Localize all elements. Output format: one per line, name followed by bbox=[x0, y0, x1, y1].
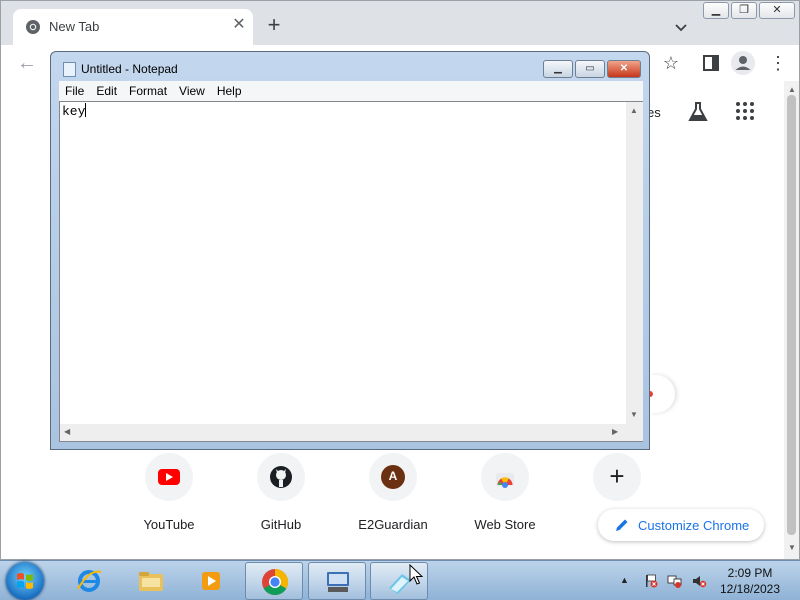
file-explorer-icon bbox=[139, 572, 163, 591]
chrome-labs-flask-icon[interactable] bbox=[687, 101, 709, 123]
resize-grip-icon[interactable] bbox=[626, 424, 643, 441]
scrollbar-thumb[interactable] bbox=[787, 95, 796, 535]
tab-title: New Tab bbox=[49, 19, 100, 34]
notepad-vertical-scrollbar[interactable]: ▲ ▼ bbox=[626, 102, 643, 424]
network-icon[interactable] bbox=[667, 573, 683, 589]
shortcut-web-store[interactable]: Web Store bbox=[449, 453, 561, 543]
chrome-window-controls: ▁ ❐ ✕ bbox=[703, 2, 795, 20]
chrome-close-button[interactable]: ✕ bbox=[759, 2, 795, 19]
start-button[interactable] bbox=[6, 562, 44, 600]
notepad-horizontal-scrollbar[interactable]: ◀ ▶ bbox=[60, 424, 626, 441]
plus-icon: + bbox=[609, 461, 625, 491]
taskbar-chrome[interactable] bbox=[245, 562, 303, 600]
notepad-window: Untitled - Notepad ▁ ▭ ✕ File Edit Forma… bbox=[50, 51, 650, 450]
tab-search-chevron-icon[interactable] bbox=[671, 17, 691, 37]
github-icon bbox=[270, 466, 292, 488]
action-center-flag-icon[interactable] bbox=[643, 573, 659, 589]
clock-time: 2:09 PM bbox=[727, 566, 773, 580]
scroll-up-arrow-icon[interactable]: ▲ bbox=[630, 106, 638, 115]
new-tab-button[interactable]: + bbox=[263, 14, 285, 37]
taskbar-internet-explorer[interactable] bbox=[60, 562, 118, 600]
shortcut-label: GitHub bbox=[260, 517, 302, 532]
notepad-text-area[interactable]: key ▲ ▼ ◀ ▶ bbox=[59, 101, 643, 442]
mouse-cursor-icon bbox=[409, 564, 423, 585]
letter-avatar-text: A bbox=[388, 469, 398, 483]
notepad-title: Untitled - Notepad bbox=[81, 62, 178, 76]
shortcut-tile bbox=[481, 453, 529, 501]
tray-expand-arrow-icon[interactable]: ▲ bbox=[620, 575, 629, 585]
customize-chrome-label: Customize Chrome bbox=[638, 518, 750, 533]
text-caret bbox=[85, 103, 87, 117]
menu-view[interactable]: View bbox=[173, 84, 211, 98]
notepad-title-icon bbox=[63, 62, 76, 77]
notepad-content: key bbox=[62, 104, 86, 119]
windows-logo-icon bbox=[17, 573, 33, 589]
shortcut-youtube[interactable]: YouTube bbox=[113, 453, 225, 543]
clock-date: 12/18/2023 bbox=[719, 582, 781, 596]
shortcut-tile-partial[interactable] bbox=[649, 375, 675, 413]
youtube-icon bbox=[158, 469, 180, 485]
google-apps-grid-icon[interactable] bbox=[736, 102, 754, 120]
shortcut-e2guardian[interactable]: A E2Guardian bbox=[337, 453, 449, 543]
internet-explorer-icon bbox=[77, 570, 102, 592]
notepad-minimize-button[interactable]: ▁ bbox=[543, 60, 573, 78]
scroll-down-arrow-icon[interactable]: ▼ bbox=[788, 543, 796, 552]
shortcut-tile bbox=[257, 453, 305, 501]
chrome-favicon-icon bbox=[26, 20, 40, 34]
profile-avatar-icon[interactable] bbox=[731, 51, 755, 75]
tab-new-tab[interactable]: New Tab ✕ bbox=[13, 9, 253, 45]
side-panel-icon[interactable] bbox=[701, 53, 721, 73]
notepad-maximize-button[interactable]: ▭ bbox=[575, 60, 605, 78]
notepad-menubar: File Edit Format View Help bbox=[59, 81, 643, 101]
shortcut-label: YouTube bbox=[143, 517, 195, 532]
notepad-close-button[interactable]: ✕ bbox=[607, 60, 641, 78]
taskbar-on-screen-keyboard[interactable] bbox=[308, 562, 366, 600]
bookmark-star-icon[interactable]: ☆ bbox=[661, 53, 681, 73]
pencil-icon bbox=[616, 519, 628, 531]
notepad-content-line[interactable]: key bbox=[62, 103, 87, 119]
shortcut-tile bbox=[145, 453, 193, 501]
chrome-menu-button[interactable]: ⋮ bbox=[769, 53, 787, 73]
volume-muted-icon[interactable] bbox=[691, 573, 707, 589]
menu-edit[interactable]: Edit bbox=[90, 84, 123, 98]
chrome-icon bbox=[262, 568, 289, 596]
customize-chrome-button[interactable]: Customize Chrome bbox=[598, 509, 764, 541]
system-clock[interactable]: 2:09 PM 12/18/2023 bbox=[712, 565, 788, 597]
taskbar-file-explorer[interactable] bbox=[122, 562, 180, 600]
notepad-window-controls: ▁ ▭ ✕ bbox=[543, 60, 641, 78]
back-button[interactable]: ← bbox=[15, 51, 39, 75]
tab-close-icon[interactable]: ✕ bbox=[231, 17, 247, 33]
scroll-down-arrow-icon[interactable]: ▼ bbox=[630, 410, 638, 419]
tab-strip: New Tab ✕ + ▁ ❐ ✕ bbox=[1, 1, 799, 45]
menu-help[interactable]: Help bbox=[211, 84, 248, 98]
scroll-left-arrow-icon[interactable]: ◀ bbox=[64, 427, 70, 436]
webstore-icon bbox=[496, 473, 514, 488]
taskbar: ▲ 2:09 PM 12/18/2023 bbox=[0, 560, 800, 600]
menu-file[interactable]: File bbox=[59, 84, 90, 98]
shortcut-tile: A bbox=[369, 453, 417, 501]
menu-format[interactable]: Format bbox=[123, 84, 173, 98]
media-player-icon bbox=[202, 572, 220, 590]
shortcut-label: E2Guardian bbox=[358, 517, 428, 532]
chrome-minimize-button[interactable]: ▁ bbox=[703, 2, 729, 19]
taskbar-media-player[interactable] bbox=[182, 562, 240, 600]
on-screen-keyboard-icon bbox=[327, 572, 349, 592]
chrome-maximize-button[interactable]: ❐ bbox=[731, 2, 757, 19]
shortcut-label: Web Store bbox=[474, 517, 536, 532]
page-scrollbar[interactable]: ▲ ▼ bbox=[784, 81, 799, 559]
scroll-up-arrow-icon[interactable]: ▲ bbox=[788, 85, 796, 94]
shortcut-github[interactable]: GitHub bbox=[225, 453, 337, 543]
shortcut-tile: + bbox=[593, 453, 641, 501]
scroll-right-arrow-icon[interactable]: ▶ bbox=[612, 427, 618, 436]
